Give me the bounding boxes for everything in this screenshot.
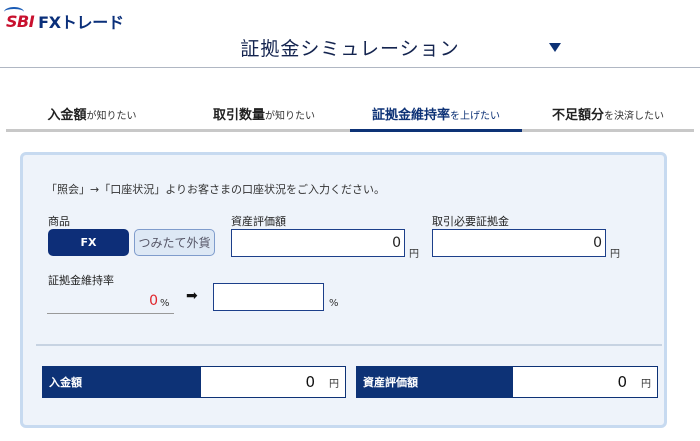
result-deposit-value: 0: [305, 373, 315, 391]
margin-label: 取引必要証拠金: [432, 215, 509, 228]
result-asset: 資産評価額 0 円: [356, 366, 658, 398]
asset-label: 資産評価額: [231, 215, 286, 228]
instruction-text: 「照会」→「口座状況」よりお客さまの口座状況をご入力ください。: [46, 183, 385, 196]
tab-shortfall-main: 不足額分: [551, 108, 604, 123]
tab-quantity[interactable]: 取引数量が知りたい: [178, 100, 350, 132]
sbi-fx-logo[interactable]: SBI FXトレード: [3, 6, 124, 36]
right-arrow-icon: ➡: [186, 288, 198, 304]
tab-quantity-sub: が知りたい: [265, 111, 315, 122]
tab-margin-ratio-main: 証拠金維持率: [371, 108, 450, 123]
ratio-current-unit: %: [160, 298, 170, 309]
ratio-current-number: 0: [149, 293, 158, 309]
chevron-down-icon[interactable]: [549, 43, 561, 52]
tab-quantity-main: 取引数量: [212, 108, 265, 123]
product-fx-button[interactable]: FX: [48, 229, 129, 256]
tab-margin-ratio-sub: を上げたい: [450, 111, 500, 122]
logo-fx-text: FXトレード: [38, 13, 124, 32]
ratio-current-value: 0: [47, 289, 174, 314]
tab-shortfall-sub: を決済したい: [604, 111, 664, 122]
result-asset-value: 0: [617, 373, 627, 391]
result-deposit-value-cell: 0 円: [201, 367, 345, 397]
tab-deposit[interactable]: 入金額が知りたい: [6, 100, 178, 132]
ratio-target-unit: %: [329, 298, 339, 309]
result-deposit-label: 入金額: [43, 367, 201, 397]
margin-input[interactable]: 0: [432, 229, 606, 257]
result-asset-unit: 円: [641, 378, 651, 390]
tab-deposit-main: 入金額: [47, 108, 87, 123]
page-title: 証拠金シミュレーション: [240, 38, 460, 60]
product-tsumitate-button[interactable]: つみたて外貨: [134, 229, 215, 256]
asset-unit: 円: [409, 249, 419, 260]
ratio-label: 証拠金維持率: [48, 274, 114, 287]
tab-deposit-sub: が知りたい: [86, 111, 137, 122]
margin-unit: 円: [610, 249, 620, 260]
result-asset-value-cell: 0 円: [513, 367, 657, 397]
ratio-target-input[interactable]: [213, 283, 324, 311]
app-header: SBI FXトレード 証拠金シミュレーション: [0, 0, 700, 68]
tab-shortfall[interactable]: 不足額分を決済したい: [522, 100, 694, 132]
tab-margin-ratio[interactable]: 証拠金維持率を上げたい: [350, 100, 522, 132]
result-deposit: 入金額 0 円: [42, 366, 346, 398]
product-label: 商品: [48, 215, 70, 228]
logo-sbi-text: SBI: [3, 6, 35, 31]
result-asset-label: 資産評価額: [357, 367, 513, 397]
result-deposit-unit: 円: [329, 378, 339, 390]
section-divider: [36, 344, 662, 346]
mode-tabs: 入金額が知りたい 取引数量が知りたい 証拠金維持率を上げたい 不足額分を決済した…: [6, 100, 694, 132]
asset-input[interactable]: 0: [231, 229, 405, 257]
